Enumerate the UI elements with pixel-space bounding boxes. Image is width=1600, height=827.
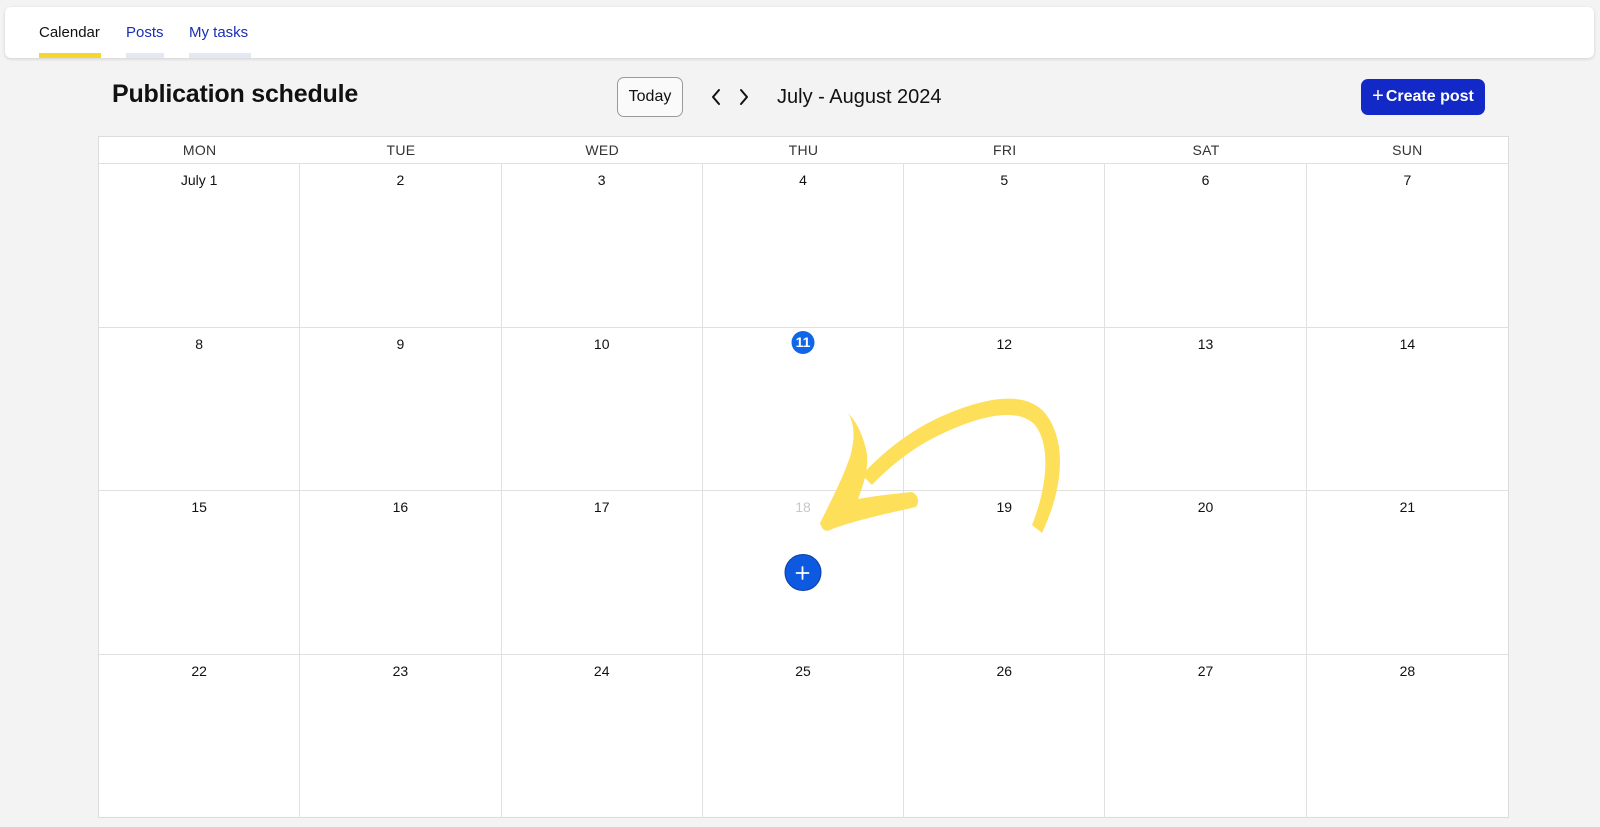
day-number: 28 (1399, 662, 1416, 679)
day-cell[interactable]: 3 (501, 164, 703, 328)
day-number: 19 (996, 499, 1013, 515)
add-post-button[interactable] (784, 554, 822, 591)
day-cell[interactable]: 10 (501, 327, 703, 491)
day-number: 16 (392, 499, 409, 515)
day-number: 8 (195, 335, 204, 352)
tab-posts[interactable]: Posts (126, 7, 164, 58)
day-cell[interactable]: 25 (703, 654, 905, 818)
tab-my-tasks[interactable]: My tasks (189, 7, 251, 58)
day-number: 3 (597, 172, 606, 188)
day-number: 22 (191, 662, 207, 679)
day-cell[interactable]: 6 (1105, 164, 1307, 328)
day-cell[interactable]: 20 (1105, 491, 1307, 655)
day-number: 27 (1197, 662, 1214, 679)
day-number: 13 (1197, 335, 1214, 352)
tab-active-indicator (39, 53, 101, 58)
day-cell[interactable]: 21 (1306, 491, 1508, 655)
day-cell[interactable]: 26 (904, 654, 1106, 818)
day-cell[interactable]: 27 (1105, 654, 1307, 818)
calendar-days: July 1 2 3 4 5 6 7 8 9 10 11 12 13 14 15 16 17 18 19 20 21 22… (99, 164, 1508, 818)
calendar-grid: MON TUE WED THU FRI SAT SUN July 1234567… (98, 136, 1509, 818)
weekday-label: WED (585, 142, 619, 158)
day-number: 21 (1399, 499, 1416, 515)
day-number: July 1 (180, 172, 218, 188)
tab-calendar[interactable]: Calendar (39, 7, 101, 58)
day-cell[interactable]: 28 (1307, 655, 1508, 819)
date-range-label: July - August 2024 (777, 86, 942, 108)
tab-my-tasks-label: My tasks (189, 24, 249, 41)
tab-posts-label: Posts (126, 24, 164, 41)
plus-icon: + (1372, 85, 1384, 107)
day-number: 20 (1197, 499, 1214, 515)
create-post-button[interactable]: + Create post (1361, 79, 1485, 115)
day-cell[interactable]: 13 (1105, 327, 1307, 491)
create-post-label: Create post (1385, 88, 1474, 105)
tab-indicator (126, 53, 164, 58)
day-cell[interactable]: 19 (904, 491, 1106, 655)
day-number: 14 (1399, 335, 1416, 352)
top-navigation: Calendar Posts My tasks (5, 7, 1594, 58)
day-number: 6 (1201, 172, 1210, 188)
day-cell[interactable]: 18 (702, 491, 905, 655)
day-number: 25 (795, 662, 811, 679)
day-cell[interactable]: July 1 (99, 164, 301, 328)
tab-calendar-label: Calendar (39, 24, 100, 41)
day-number: 17 (593, 499, 610, 515)
day-number: 2 (396, 172, 405, 188)
day-cell[interactable]: 24 (502, 654, 703, 818)
day-cell[interactable]: 5 (904, 164, 1106, 328)
weekday-label: SUN (1392, 142, 1423, 158)
day-cell[interactable]: 14 (1306, 328, 1508, 491)
day-number: 5 (1000, 172, 1009, 188)
day-cell[interactable]: 15 (99, 491, 301, 655)
weekday-header: MON TUE WED THU FRI SAT SUN (99, 137, 1508, 164)
plus-icon (796, 565, 810, 580)
day-number: 23 (392, 662, 409, 679)
day-number: 26 (996, 662, 1013, 679)
day-number: 9 (396, 335, 405, 352)
today-date-badge: 11 (791, 330, 815, 354)
next-period-button[interactable] (733, 84, 755, 110)
previous-period-button[interactable] (705, 84, 727, 110)
day-number: 7 (1403, 172, 1412, 188)
chevron-left-icon (712, 89, 720, 105)
day-number: 12 (996, 335, 1013, 352)
day-cell[interactable]: 8 (99, 327, 301, 491)
weekday-label: SAT (1192, 142, 1220, 158)
day-cell[interactable]: 4 (702, 164, 905, 328)
chevron-right-icon (740, 89, 748, 105)
day-cell[interactable]: 16 (300, 491, 502, 655)
day-number: 24 (593, 662, 610, 679)
day-cell[interactable]: 17 (501, 491, 703, 655)
day-number: 15 (191, 499, 207, 515)
day-number: 18 (795, 499, 811, 515)
page-title: Publication schedule (112, 80, 359, 108)
today-button[interactable]: Today (617, 77, 683, 117)
day-cell[interactable]: 7 (1306, 164, 1508, 328)
tab-indicator (189, 53, 251, 58)
day-number: 4 (799, 172, 807, 188)
weekday-label: FRI (993, 142, 1017, 158)
day-cell[interactable]: 9 (300, 327, 502, 491)
day-number: 10 (593, 335, 610, 352)
day-cell[interactable]: 23 (300, 654, 502, 818)
day-cell[interactable]: 11 (702, 327, 905, 491)
day-cell[interactable]: 22 (99, 654, 301, 818)
weekday-label: MON (182, 142, 217, 158)
day-cell[interactable]: 12 (904, 327, 1106, 491)
day-cell[interactable]: 2 (300, 164, 502, 328)
weekday-label: TUE (386, 142, 416, 158)
weekday-label: THU (788, 142, 819, 158)
